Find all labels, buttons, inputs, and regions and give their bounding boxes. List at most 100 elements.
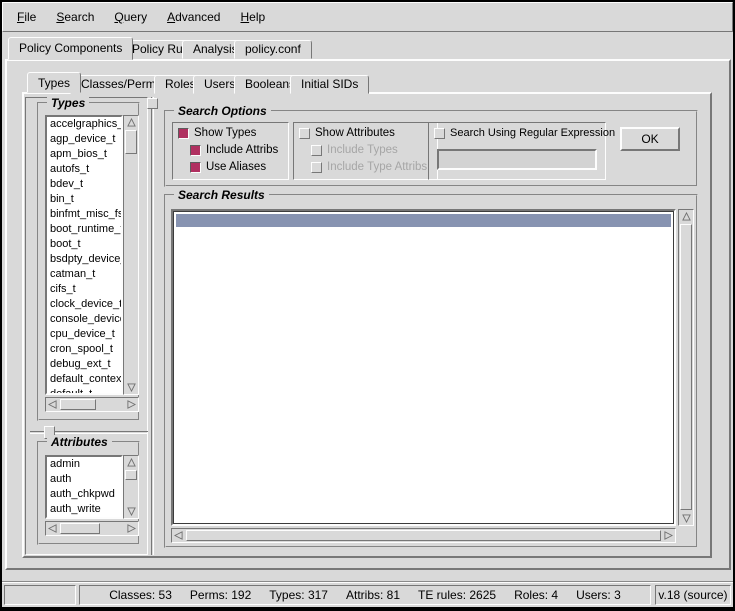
tab-policy-components[interactable]: Policy Components [8,37,133,60]
results-text-area[interactable] [171,209,676,526]
scrollbar-thumb[interactable] [186,530,661,541]
types-list-item[interactable]: cron_spool_t [47,342,121,357]
ok-button[interactable]: OK [620,127,680,151]
checkbox-indicator-icon [178,128,189,139]
status-stat: TE rules: 2625 [418,588,496,602]
checkbox-include-attribs[interactable]: Include Attribs [190,143,283,157]
menu-search[interactable]: Search [48,8,102,26]
scrollbar-thumb[interactable] [125,130,137,154]
attributes-list-item[interactable]: auth_write [47,502,121,517]
menu-file[interactable]: File [9,8,44,26]
checkbox-include-type-attribs: Include Type Attribs [311,160,432,174]
attributes-list-item[interactable]: auth_chkpwd [47,487,121,502]
search-results-title: Search Results [174,188,269,202]
search-results-frame: Search Results [164,194,698,548]
types-vertical-scrollbar[interactable] [123,115,139,395]
scroll-up-icon[interactable] [124,456,138,469]
attributes-horizontal-scrollbar[interactable] [45,521,139,536]
scroll-left-icon[interactable] [46,522,59,535]
types-list-item[interactable]: default_context [47,372,121,387]
selected-line[interactable] [176,214,671,227]
status-stat: Perms: 192 [190,588,251,602]
checkbox-indicator-icon [190,145,201,156]
scrollbar-thumb[interactable] [680,224,692,510]
types-list-item[interactable]: accelgraphics_e [47,117,121,132]
types-list-item[interactable]: catman_t [47,267,121,282]
checkbox-use-aliases[interactable]: Use Aliases [190,160,283,174]
scroll-up-icon[interactable] [124,116,138,129]
regex-group: Search Using Regular Expression [428,122,606,180]
checkbox-indicator-icon [434,128,445,139]
components-tab-bar: Types Classes/Perms Roles Users Booleans… [27,72,707,92]
status-stat: Roles: 4 [514,588,558,602]
types-list-item[interactable]: console_device [47,312,121,327]
scroll-down-icon[interactable] [679,512,693,525]
status-stat: Types: 317 [269,588,328,602]
types-list-item[interactable]: boot_runtime_t [47,222,121,237]
checkbox-indicator-icon [311,162,322,173]
types-list-item[interactable]: bin_t [47,192,121,207]
sash-handle-icon[interactable] [147,98,158,109]
tab-policy-conf[interactable]: policy.conf [234,40,312,59]
scrollbar-thumb[interactable] [60,523,100,534]
tab-types[interactable]: Types [27,72,81,93]
scroll-left-icon[interactable] [46,398,59,411]
apol-window: File Search Query Advanced Help Policy C… [0,0,735,611]
show-attributes-group: Show Attributes Include Types Include Ty… [293,122,438,180]
types-list-item[interactable]: clock_device_t [47,297,121,312]
checkbox-show-types[interactable]: Show Types [178,126,283,140]
types-list-item[interactable]: cifs_t [47,282,121,297]
types-list-item[interactable]: apm_bios_t [47,147,121,162]
status-stat: Attribs: 81 [346,588,400,602]
types-list-item[interactable]: debug_ext_t [47,357,121,372]
types-list-item[interactable]: agp_device_t [47,132,121,147]
checkbox-regex[interactable]: Search Using Regular Expression [434,126,600,140]
scroll-right-icon[interactable] [125,398,138,411]
status-version-panel: v.18 (source) [655,585,731,605]
attributes-list-item[interactable]: auth [47,472,121,487]
types-list-item[interactable]: autofs_t [47,162,121,177]
pane-divider[interactable] [151,97,154,555]
types-listbox[interactable]: accelgraphics_eagp_device_tapm_bios_taut… [45,115,123,395]
scroll-right-icon[interactable] [662,529,675,542]
scrollbar-thumb[interactable] [60,399,96,410]
results-vertical-scrollbar[interactable] [678,209,694,526]
scrollbar-thumb[interactable] [125,470,137,480]
types-list-item[interactable]: bdev_t [47,177,121,192]
scroll-up-icon[interactable] [679,210,693,223]
checkbox-indicator-icon [190,162,201,173]
scroll-right-icon[interactable] [125,522,138,535]
menu-query[interactable]: Query [106,8,155,26]
attributes-listbox[interactable]: adminauthauth_chkpwdauth_write [45,455,123,519]
menu-advanced[interactable]: Advanced [159,8,228,26]
types-list-item[interactable]: bsdpty_device_ [47,252,121,267]
checkbox-indicator-icon [311,145,322,156]
attributes-frame-title: Attributes [47,435,112,449]
types-frame: Types accelgraphics_eagp_device_tapm_bio… [37,102,140,421]
checkbox-indicator-icon [299,128,310,139]
status-stat: Classes: 53 [109,588,172,602]
attributes-frame: Attributes adminauthauth_chkpwdauth_writ… [37,441,140,545]
types-horizontal-scrollbar[interactable] [45,397,139,412]
scroll-left-icon[interactable] [172,529,185,542]
scroll-down-icon[interactable] [124,505,138,518]
checkbox-show-attributes[interactable]: Show Attributes [299,126,432,140]
types-list-item[interactable]: boot_t [47,237,121,252]
menu-bar: File Search Query Advanced Help [2,2,733,32]
main-tab-bar: Policy Components Policy Rules Analysis … [8,37,728,59]
types-list-item[interactable]: default_t [47,387,121,395]
checkbox-include-types: Include Types [311,143,432,157]
search-options-frame: Search Options Show Types Include Attrib… [164,110,698,187]
search-options-title: Search Options [174,104,271,118]
types-list-item[interactable]: cpu_device_t [47,327,121,342]
menu-help[interactable]: Help [232,8,273,26]
attributes-vertical-scrollbar[interactable] [123,455,139,519]
regex-entry[interactable] [437,149,597,170]
tab-initial-sids[interactable]: Initial SIDs [290,75,369,94]
attributes-list-item[interactable]: admin [47,457,121,472]
scroll-down-icon[interactable] [124,381,138,394]
status-stat: Users: 3 [576,588,621,602]
results-horizontal-scrollbar[interactable] [171,528,676,543]
types-list-item[interactable]: binfmt_misc_fs [47,207,121,222]
status-separator [2,581,733,583]
